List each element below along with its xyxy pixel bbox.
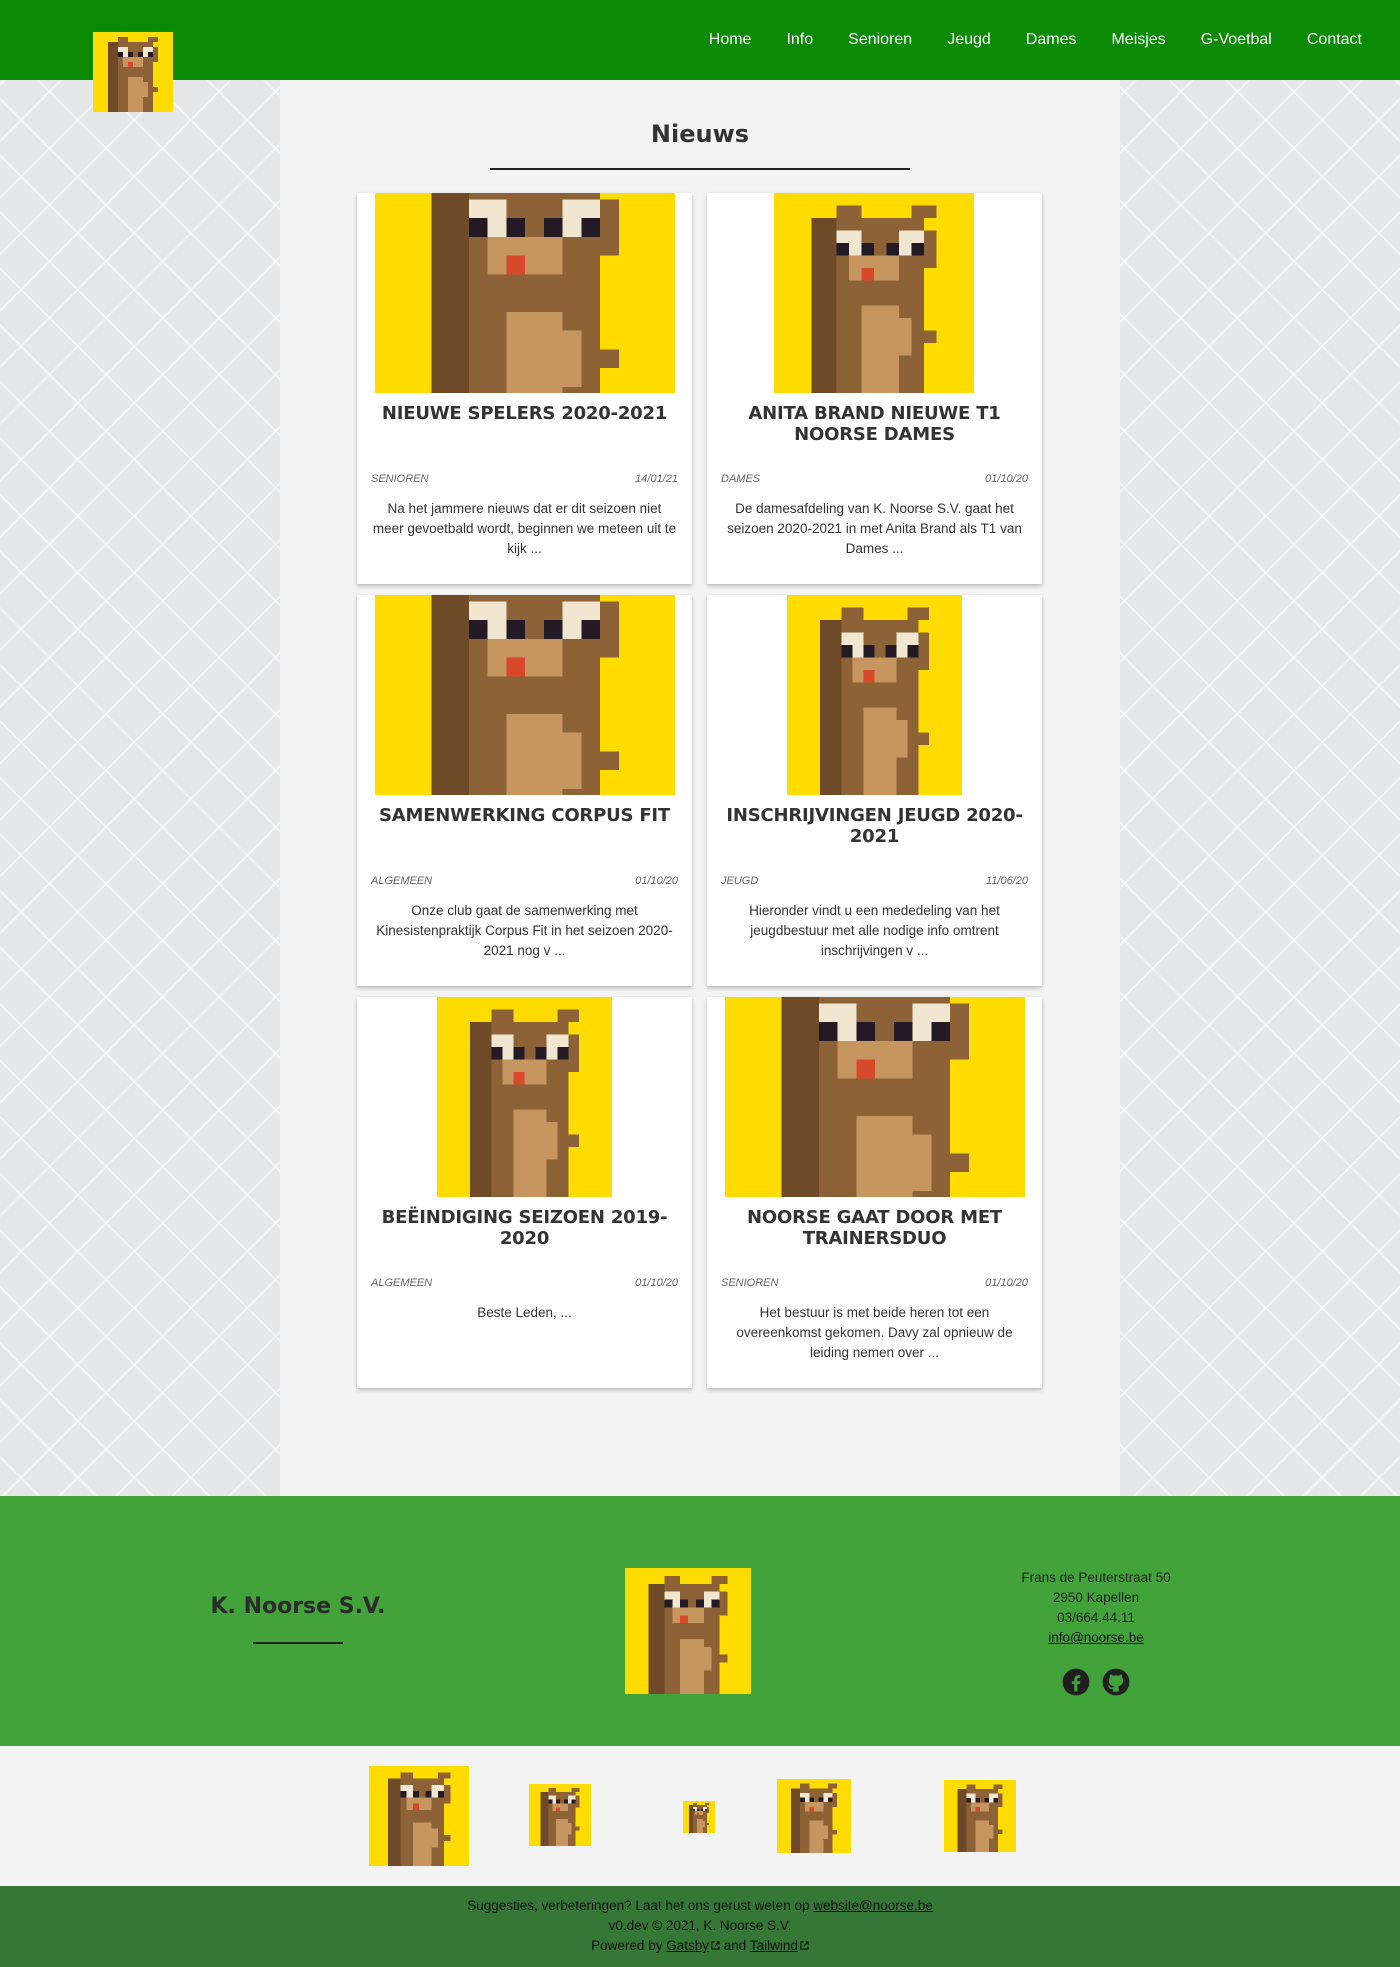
news-card-date: 01/10/20 — [985, 1277, 1028, 1289]
news-card-title: BEËINDIGING SEIZOEN 2019-2020 — [381, 1207, 668, 1249]
site-header: Home Info Senioren Jeugd Dames Meisjes G… — [0, 0, 1400, 80]
footer-address: Frans de Peuterstraat 50 2950 Kapellen 0… — [980, 1568, 1212, 1648]
main-nav: Home Info Senioren Jeugd Dames Meisjes G… — [709, 0, 1400, 80]
sponsor-logo-icon[interactable] — [369, 1766, 469, 1866]
news-card[interactable]: NOORSE GAAT DOOR MET TRAINERSDUO SENIORE… — [707, 997, 1042, 1388]
tailwind-link-label: Tailwind — [749, 1938, 798, 1953]
suggestion-text: Suggesties, verbeteringen? Laat het ons … — [467, 1898, 810, 1913]
sponsor-logo-icon[interactable] — [529, 1784, 591, 1846]
github-link[interactable] — [1102, 1668, 1130, 1696]
news-card-date: 14/01/21 — [635, 473, 678, 485]
external-link-icon — [711, 1941, 720, 1950]
news-card-title: SAMENWERKING CORPUS FIT — [378, 805, 670, 826]
news-card-meta: ALGEMEEN 01/10/20 — [371, 1277, 678, 1289]
news-card-excerpt: Het bestuur is met beide heren tot een o… — [736, 1305, 1013, 1360]
news-card-meta: DAMES 01/10/20 — [721, 473, 1028, 485]
powered-prefix: Powered by — [591, 1938, 663, 1953]
sponsor-logo-icon[interactable] — [944, 1780, 1016, 1852]
news-card[interactable]: NIEUWE SPELERS 2020-2021 SENIOREN 14/01/… — [357, 193, 692, 584]
news-card-date: 01/10/20 — [985, 473, 1028, 485]
news-card-image — [774, 193, 974, 393]
external-link-icon — [800, 1941, 809, 1950]
facebook-icon — [1062, 1668, 1090, 1696]
sponsor-strip — [0, 1746, 1400, 1886]
nav-jeugd[interactable]: Jeugd — [947, 31, 991, 49]
nav-meisjes[interactable]: Meisjes — [1111, 31, 1165, 49]
news-card-category[interactable]: DAMES — [721, 473, 760, 485]
news-card-image — [437, 997, 612, 1197]
address-city: 2950 Kapellen — [1052, 1590, 1140, 1605]
bottom-bar: Suggesties, verbeteringen? Laat het ons … — [0, 1886, 1400, 1967]
title-divider — [490, 168, 910, 170]
gatsby-link[interactable]: Gatsby — [666, 1938, 709, 1953]
news-card-date: 01/10/20 — [635, 875, 678, 887]
footer-mascot-logo-icon — [625, 1568, 751, 1694]
news-card-meta: ALGEMEEN 01/10/20 — [371, 875, 678, 887]
address-phone: 03/664.44.11 — [1057, 1610, 1135, 1625]
news-card-excerpt: De damesafdeling van K. Noorse S.V. gaat… — [727, 501, 1022, 556]
news-card-category[interactable]: JEUGD — [721, 875, 758, 887]
news-card[interactable]: INSCHRIJVINGEN JEUGD 2020-2021 JEUGD 11/… — [707, 595, 1042, 986]
site-logo[interactable] — [93, 32, 173, 112]
news-card-category[interactable]: ALGEMEEN — [371, 875, 432, 887]
nav-senioren[interactable]: Senioren — [848, 31, 912, 49]
suggestion-line: Suggesties, verbeteringen? Laat het ons … — [0, 1896, 1400, 1916]
news-card-image — [375, 193, 675, 393]
news-card-date: 11/06/20 — [985, 875, 1028, 887]
news-card-date: 01/10/20 — [635, 1277, 678, 1289]
gatsby-link-label: Gatsby — [666, 1938, 709, 1953]
news-card-category[interactable]: SENIOREN — [721, 1277, 778, 1289]
nav-g-voetbal[interactable]: G-Voetbal — [1201, 31, 1272, 49]
powered-and: and — [723, 1938, 747, 1953]
footer-club-name: K. Noorse S.V. — [210, 1594, 386, 1619]
nav-info[interactable]: Info — [786, 31, 813, 49]
news-card-excerpt: Beste Leden, ... — [477, 1305, 572, 1320]
nav-contact[interactable]: Contact — [1307, 31, 1362, 49]
version-line: v0.dev © 2021, K. Noorse S.V. — [608, 1918, 792, 1933]
news-card-image — [725, 997, 1025, 1197]
page-title: Nieuws — [650, 120, 750, 148]
facebook-link[interactable] — [1062, 1668, 1090, 1696]
news-card-excerpt: Na het jammere nieuws dat er dit seizoen… — [372, 501, 677, 556]
news-card[interactable]: BEËINDIGING SEIZOEN 2019-2020 ALGEMEEN 0… — [357, 997, 692, 1388]
news-card-image — [787, 595, 962, 795]
news-card-title: INSCHRIJVINGEN JEUGD 2020-2021 — [726, 805, 1023, 847]
address-street: Frans de Peuterstraat 50 — [1021, 1570, 1171, 1585]
news-card-excerpt: Onze club gaat de samenwerking met Kines… — [376, 903, 673, 958]
nav-home[interactable]: Home — [709, 31, 752, 49]
news-card-excerpt: Hieronder vindt u een mededeling van het… — [749, 903, 1000, 958]
nav-dames[interactable]: Dames — [1026, 31, 1077, 49]
footer-email-link[interactable]: info@noorse.be — [1048, 1630, 1144, 1645]
tailwind-link[interactable]: Tailwind — [750, 1938, 798, 1953]
news-card-meta: JEUGD 11/06/20 — [721, 875, 1028, 887]
social-links — [1062, 1668, 1130, 1696]
news-card-image — [375, 595, 675, 795]
powered-line: Powered by Gatsby and Tailwind — [0, 1936, 1400, 1956]
news-card-category[interactable]: SENIOREN — [371, 473, 428, 485]
news-card-meta: SENIOREN 14/01/21 — [371, 473, 678, 485]
news-card[interactable]: ANITA BRAND NIEUWE T1 NOORSE DAMES DAMES… — [707, 193, 1042, 584]
news-card[interactable]: SAMENWERKING CORPUS FIT ALGEMEEN 01/10/2… — [357, 595, 692, 986]
news-card-meta: SENIOREN 01/10/20 — [721, 1277, 1028, 1289]
news-card-title: ANITA BRAND NIEUWE T1 NOORSE DAMES — [748, 403, 1001, 445]
footer-divider — [253, 1642, 343, 1644]
news-card-category[interactable]: ALGEMEEN — [371, 1277, 432, 1289]
github-icon — [1102, 1668, 1130, 1696]
news-section: Nieuws NIEUWE SPELERS 2020-2021 SENIOREN… — [280, 80, 1120, 1496]
news-card-title: NOORSE GAAT DOOR MET TRAINERSDUO — [747, 1207, 1002, 1249]
sponsor-logo-icon[interactable] — [683, 1801, 715, 1833]
site-footer: K. Noorse S.V. Frans de Peuterstraat 50 … — [0, 1496, 1400, 1746]
news-card-title: NIEUWE SPELERS 2020-2021 — [381, 403, 668, 424]
mascot-logo-icon — [93, 32, 173, 112]
sponsor-logo-icon[interactable] — [777, 1779, 851, 1853]
suggestion-email-link[interactable]: website@noorse.be — [813, 1898, 933, 1913]
